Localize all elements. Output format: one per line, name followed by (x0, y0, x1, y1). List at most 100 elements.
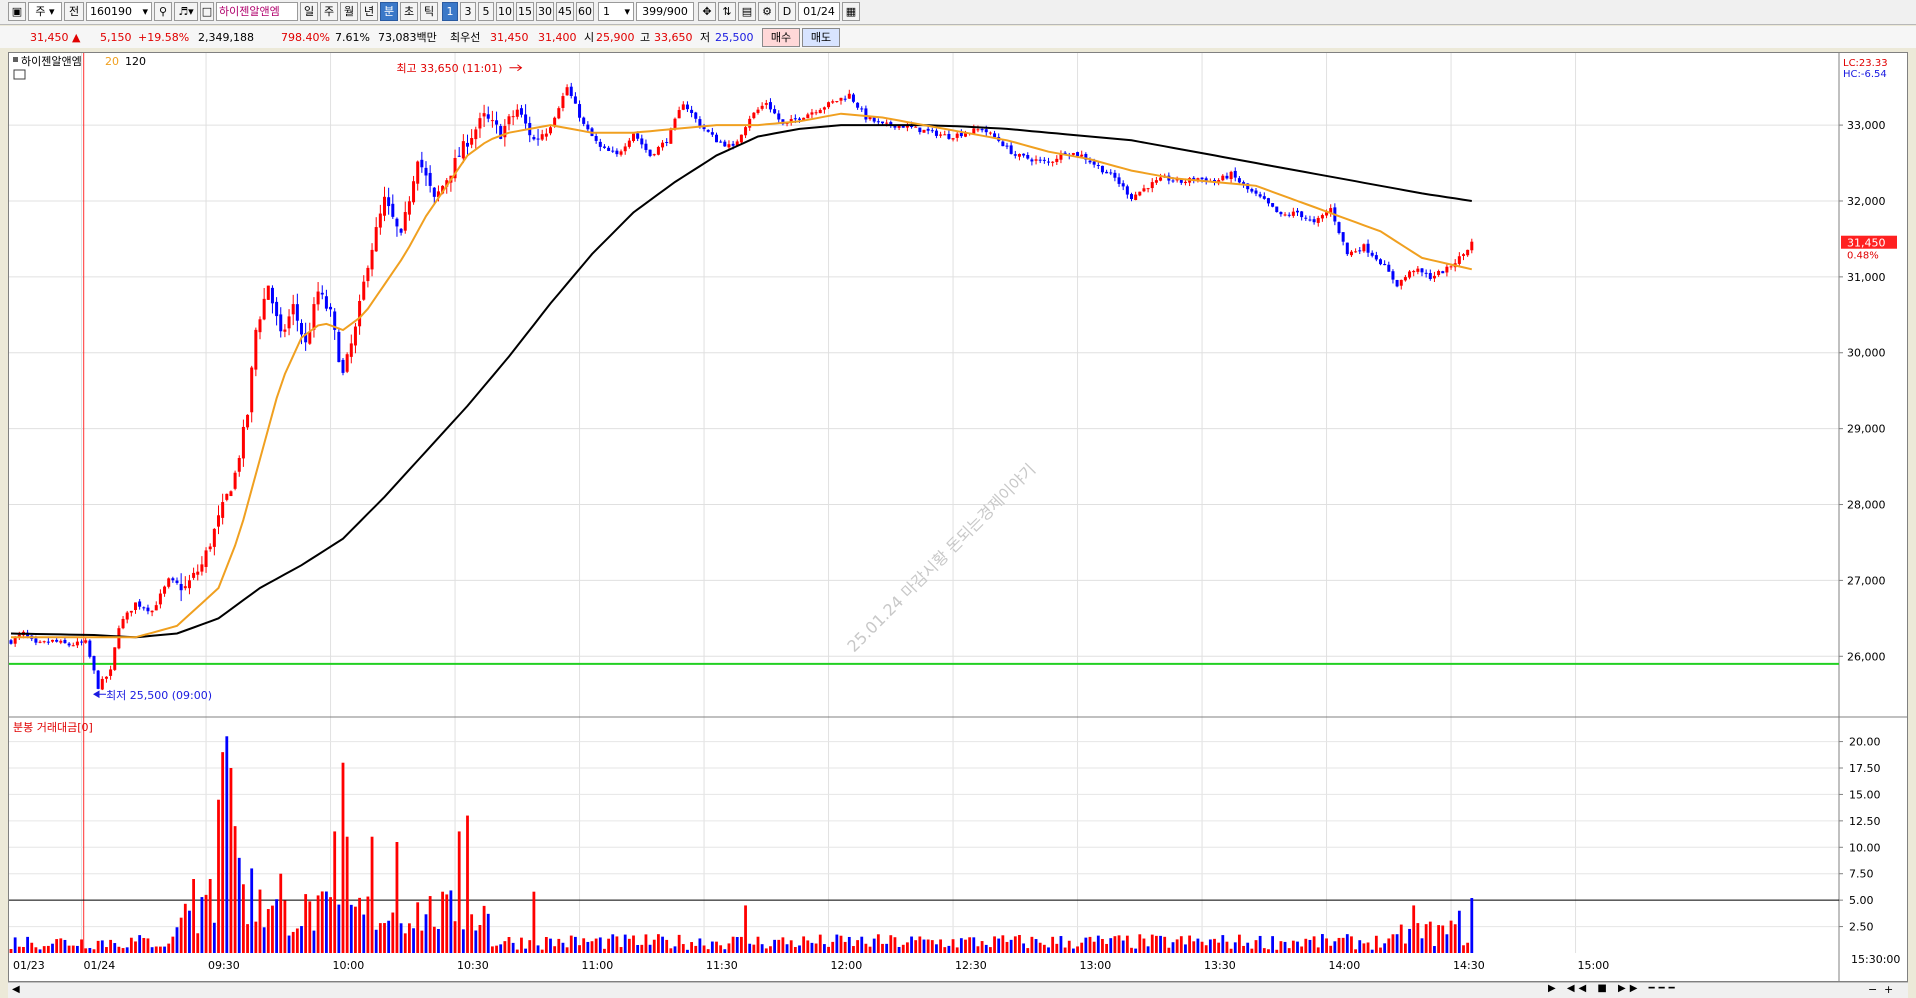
high-marker-label: 최고 33,650 (11:01) (396, 62, 502, 75)
candle-body (366, 267, 370, 282)
volume-bar (586, 941, 590, 953)
search-icon[interactable]: ⚲ (154, 2, 172, 21)
candle-body (752, 112, 756, 119)
interval-30[interactable]: 30 (536, 2, 554, 21)
volume-bar (507, 937, 511, 953)
volume-bar (1067, 940, 1071, 953)
candle-body (229, 491, 233, 497)
volume-bar (246, 924, 249, 953)
code-input[interactable]: 160190 ▾ (86, 2, 152, 21)
volume-bar (1383, 943, 1387, 953)
interval-45[interactable]: 45 (556, 2, 574, 21)
interval-15[interactable]: 15 (516, 2, 534, 21)
candle-body (104, 676, 108, 679)
zoom-controls[interactable]: ▶ ◀◀ ■ ▶▶ ━━━ (1548, 983, 1679, 994)
interval-5[interactable]: 5 (478, 2, 494, 21)
candle-body (1399, 279, 1403, 286)
volume-bar (1250, 948, 1254, 953)
interval-1[interactable]: 1 (442, 2, 458, 21)
count-field[interactable]: 399/900 (636, 2, 694, 21)
volume-bar (640, 944, 644, 953)
volume-bar (237, 857, 241, 953)
current-rate-tag: 0.48% (1847, 251, 1879, 262)
candle-body (1022, 153, 1026, 156)
candle-body (34, 638, 38, 643)
interval-select[interactable]: 1 ▾ (598, 2, 634, 21)
candle-body (1300, 211, 1304, 218)
candle-body (167, 578, 171, 587)
volume-bar (901, 944, 905, 953)
volume-bar (1130, 947, 1133, 953)
candle-body (154, 605, 158, 611)
volume-bar (109, 939, 112, 953)
gear-icon[interactable]: ⚙ (758, 2, 776, 21)
volume-bar (254, 921, 258, 953)
compare-icon[interactable]: ⇅ (718, 2, 736, 21)
candle-body (582, 117, 586, 124)
candle-body (138, 601, 142, 607)
volume-bar (63, 939, 67, 953)
volume-bar (835, 934, 839, 953)
candle-body (88, 640, 92, 657)
legend-marker-icon (13, 57, 18, 62)
prev-button[interactable]: 전 (64, 2, 84, 21)
volume-bar (1063, 947, 1067, 953)
volume-bar (1229, 948, 1233, 953)
zoom-out-icon[interactable]: − (1868, 983, 1877, 996)
period-second[interactable]: 초 (400, 2, 418, 21)
period-year[interactable]: 년 (360, 2, 378, 21)
chart-panel[interactable]: 01/23 01/24 09:30 10:00 10:30 11:00 11:30 12:00… (8, 52, 1908, 982)
interval-3[interactable]: 3 (460, 2, 476, 21)
d-checkbox[interactable]: D (778, 2, 796, 21)
horizontal-scrollbar[interactable]: ◀ ▶ ◀◀ ■ ▶▶ ━━━ − + (8, 982, 1908, 998)
market-select[interactable]: 주 ▾ (28, 2, 62, 21)
volume-bar (914, 940, 918, 953)
volume-bar (358, 897, 361, 953)
candle-body (1437, 270, 1441, 276)
save-icon[interactable]: ▤ (738, 2, 756, 21)
period-day[interactable]: 일 (300, 2, 318, 21)
period-month[interactable]: 월 (340, 2, 358, 21)
speaker-icon[interactable]: ♬▾ (174, 2, 198, 21)
candle-body (656, 146, 660, 155)
volume-bar (420, 930, 424, 953)
price-chart[interactable]: 01/23 01/24 09:30 10:00 10:30 11:00 11:30 12:00… (9, 53, 1907, 981)
candle-body (387, 197, 391, 207)
candle-body (524, 114, 528, 124)
sell-button[interactable]: 매도 (802, 28, 840, 47)
candle-body (519, 108, 523, 115)
interval-60[interactable]: 60 (576, 2, 594, 21)
stock-name-field[interactable]: 하이젠알앤엠 (216, 2, 298, 21)
candle-body (839, 97, 843, 101)
candle-body (283, 329, 287, 332)
zoom-in-icon[interactable]: + (1884, 983, 1893, 996)
change-rate: +19.58% (138, 31, 190, 44)
period-week[interactable]: 주 (320, 2, 338, 21)
scroll-left-icon[interactable]: ◀ (12, 984, 20, 995)
candle-body (822, 107, 826, 110)
volume-bar (105, 947, 108, 953)
candle-body (860, 108, 864, 110)
volume-bar (287, 935, 291, 953)
candle-body (1449, 266, 1453, 268)
candle-body (851, 94, 855, 102)
interval-10[interactable]: 10 (496, 2, 514, 21)
interval-select-value: 1 (603, 5, 610, 18)
volume-bar (644, 934, 648, 953)
date-field[interactable]: 01/24 (798, 2, 840, 21)
x-tick-label: 14:00 (1329, 959, 1361, 972)
calendar-icon[interactable]: ▦ (842, 2, 860, 21)
period-minute[interactable]: 분 (380, 2, 398, 21)
candle-body (378, 213, 382, 228)
window-icon[interactable]: ▣ (8, 2, 26, 21)
volume-bar (1101, 938, 1104, 953)
candle-body (1229, 171, 1233, 180)
candle-body (677, 110, 681, 119)
candle-body (673, 118, 677, 129)
crosshair-icon[interactable]: ✥ (698, 2, 716, 21)
candle-body (1462, 254, 1465, 256)
buy-button[interactable]: 매수 (762, 28, 800, 47)
period-tick[interactable]: 틱 (420, 2, 438, 21)
lock-icon[interactable]: □ (200, 2, 214, 21)
candle-body (1030, 159, 1034, 162)
